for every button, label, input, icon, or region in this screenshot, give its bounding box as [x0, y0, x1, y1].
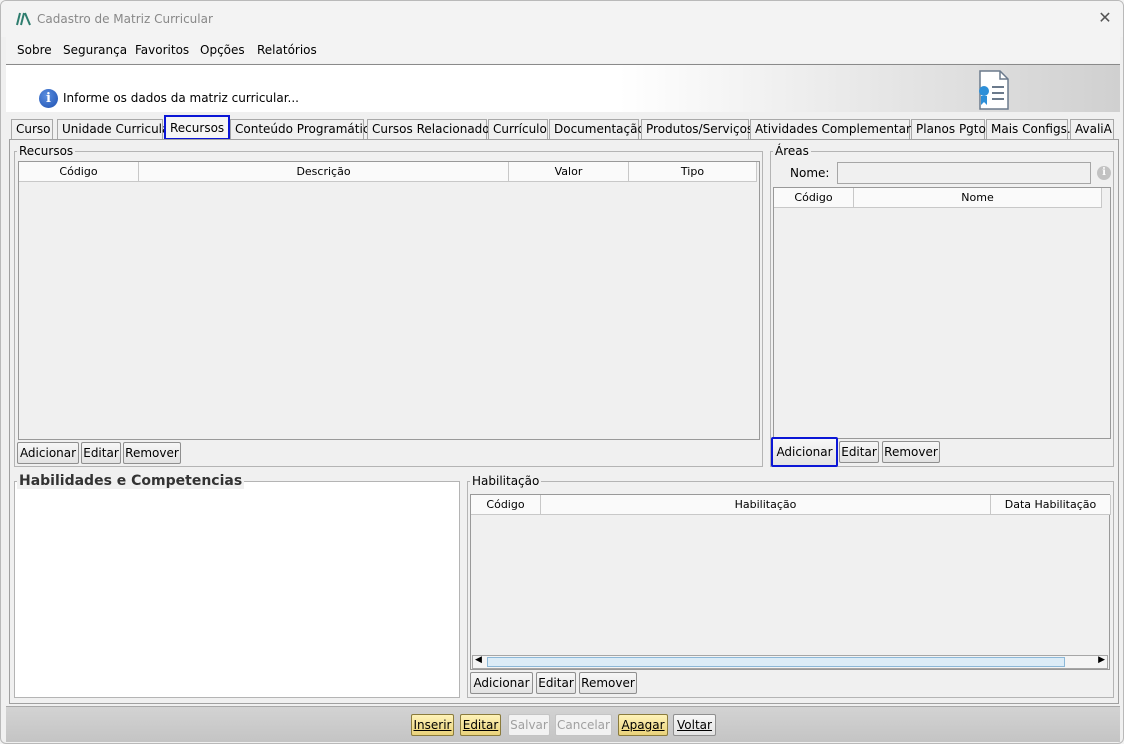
menu-sobre[interactable]: Sobre	[17, 43, 52, 57]
scrollbar-thumb[interactable]	[487, 657, 1065, 667]
column-header-tipo[interactable]: Tipo	[629, 162, 757, 182]
scroll-left-icon[interactable]: ◀	[475, 655, 482, 665]
areas-name-input[interactable]	[837, 162, 1091, 184]
tab-curso[interactable]: Curso	[11, 119, 53, 139]
column-header-nome[interactable]: Nome	[854, 188, 1102, 208]
habilitacao-edit-button[interactable]: Editar	[536, 672, 576, 694]
menu-relatorios[interactable]: Relatórios	[257, 43, 317, 57]
areas-remove-button[interactable]: Remover	[882, 441, 940, 463]
info-icon: i	[39, 89, 58, 108]
menu-opcoes[interactable]: Opções	[200, 43, 245, 57]
areas-add-button[interactable]: Adicionar	[771, 437, 838, 467]
header-panel: i Informe os dados da matriz curricular.…	[6, 64, 1120, 112]
close-icon[interactable]: ✕	[1097, 10, 1113, 26]
tab-cursos-relacionados[interactable]: Cursos Relacionados	[367, 119, 496, 139]
areas-table[interactable]: Código Nome	[773, 187, 1111, 439]
recursos-group: Recursos Código Descrição Valor Tipo Adi…	[14, 144, 763, 467]
areas-edit-label: Editar	[841, 445, 877, 459]
tab-atividades-complementares[interactable]: Atividades Complementares	[750, 119, 924, 139]
tab-curriculo[interactable]: Currículo	[488, 119, 548, 139]
main-window: Cadastro de Matriz Curricular ✕ Sobre Se…	[0, 0, 1124, 744]
edit-label: Editar	[462, 718, 499, 732]
menu-favoritos[interactable]: Favoritos	[135, 43, 189, 57]
habilitacao-edit-label: Editar	[538, 676, 574, 690]
tab-strip: Curso Unidade Curricular Recursos Conteú…	[11, 115, 1117, 140]
areas-name-label: Nome:	[790, 166, 830, 180]
column-header-codigo[interactable]: Código	[19, 162, 139, 182]
tab-content: Recursos Código Descrição Valor Tipo Adi…	[9, 139, 1119, 704]
habilidades-group: Habilidades e Competencias	[14, 473, 460, 698]
column-header-descricao[interactable]: Descrição	[139, 162, 509, 182]
recursos-remove-label: Remover	[125, 446, 179, 460]
save-label: Salvar	[510, 718, 548, 732]
insert-button[interactable]: Inserir	[411, 714, 454, 736]
column-header-habilitacao[interactable]: Habilitação	[541, 495, 991, 515]
areas-remove-label: Remover	[884, 445, 938, 459]
tab-conteudo-programatico[interactable]: Conteúdo Programático	[230, 119, 377, 139]
habilidades-textarea[interactable]	[17, 492, 457, 696]
recursos-remove-button[interactable]: Remover	[123, 442, 181, 464]
areas-group: Áreas Nome: i Código Nome Adicionar Edit…	[770, 144, 1114, 467]
recursos-add-button[interactable]: Adicionar	[17, 442, 79, 464]
areas-table-header: Código Nome	[774, 188, 1102, 208]
delete-button[interactable]: Apagar	[618, 714, 668, 736]
tab-produtos-servicos[interactable]: Produtos/Serviços	[641, 119, 753, 139]
app-logo-icon	[16, 12, 31, 26]
cancel-button[interactable]: Cancelar	[555, 714, 612, 736]
back-label: Voltar	[677, 718, 712, 732]
recursos-edit-label: Editar	[83, 446, 119, 460]
certificate-icon	[979, 70, 1009, 110]
tab-recursos[interactable]: Recursos	[164, 115, 230, 140]
habilitacao-remove-button[interactable]: Remover	[579, 672, 637, 694]
title-bar: Cadastro de Matriz Curricular ✕	[1, 1, 1123, 37]
recursos-table-header: Código Descrição Valor Tipo	[19, 162, 757, 182]
recursos-add-label: Adicionar	[19, 446, 77, 460]
areas-add-label: Adicionar	[776, 445, 833, 459]
info-message: Informe os dados da matriz curricular...	[63, 91, 299, 105]
habilitacao-remove-label: Remover	[581, 676, 635, 690]
footer-toolbar: Inserir Editar Salvar Cancelar Apagar Vo…	[6, 706, 1120, 742]
back-button[interactable]: Voltar	[673, 714, 716, 736]
cancel-label: Cancelar	[557, 718, 610, 732]
column-header-codigo[interactable]: Código	[471, 495, 541, 515]
info-hint-icon[interactable]: i	[1097, 166, 1111, 180]
column-header-data-habilitacao[interactable]: Data Habilitação	[991, 495, 1111, 515]
column-header-valor[interactable]: Valor	[509, 162, 629, 182]
menu-seguranca[interactable]: Segurança	[63, 43, 127, 57]
horizontal-scrollbar[interactable]: ◀ ▶	[472, 655, 1108, 669]
tab-avalia[interactable]: AvaliA	[1070, 119, 1114, 139]
habilitacao-table[interactable]: Código Habilitação Data Habilitação ◀ ▶	[470, 494, 1111, 670]
areas-title: Áreas	[773, 144, 811, 158]
column-header-codigo[interactable]: Código	[774, 188, 854, 208]
areas-edit-button[interactable]: Editar	[839, 441, 879, 463]
habilitacao-add-label: Adicionar	[473, 676, 530, 690]
edit-button[interactable]: Editar	[460, 714, 501, 736]
habilitacao-group: Habilitação Código Habilitação Data Habi…	[467, 474, 1114, 698]
tab-mais-configs[interactable]: Mais Configs.	[986, 119, 1071, 139]
menu-bar: Sobre Segurança Favoritos Opções Relatór…	[6, 37, 1120, 63]
habilidades-title: Habilidades e Competencias	[17, 473, 245, 489]
delete-label: Apagar	[621, 718, 665, 732]
tab-planos-pgto[interactable]: Planos Pgto	[911, 119, 986, 139]
tab-documentacao[interactable]: Documentação	[549, 119, 645, 139]
recursos-table[interactable]: Código Descrição Valor Tipo	[18, 161, 760, 440]
insert-label: Inserir	[413, 718, 452, 732]
habilitacao-title: Habilitação	[470, 474, 542, 488]
recursos-title: Recursos	[17, 144, 76, 158]
tab-unidade-curricular[interactable]: Unidade Curricular	[57, 119, 174, 139]
scroll-right-icon[interactable]: ▶	[1098, 655, 1105, 665]
recursos-edit-button[interactable]: Editar	[81, 442, 121, 464]
habilitacao-table-header: Código Habilitação Data Habilitação	[471, 495, 1111, 515]
window-title: Cadastro de Matriz Curricular	[37, 12, 213, 26]
habilitacao-add-button[interactable]: Adicionar	[470, 672, 533, 694]
save-button[interactable]: Salvar	[508, 714, 550, 736]
